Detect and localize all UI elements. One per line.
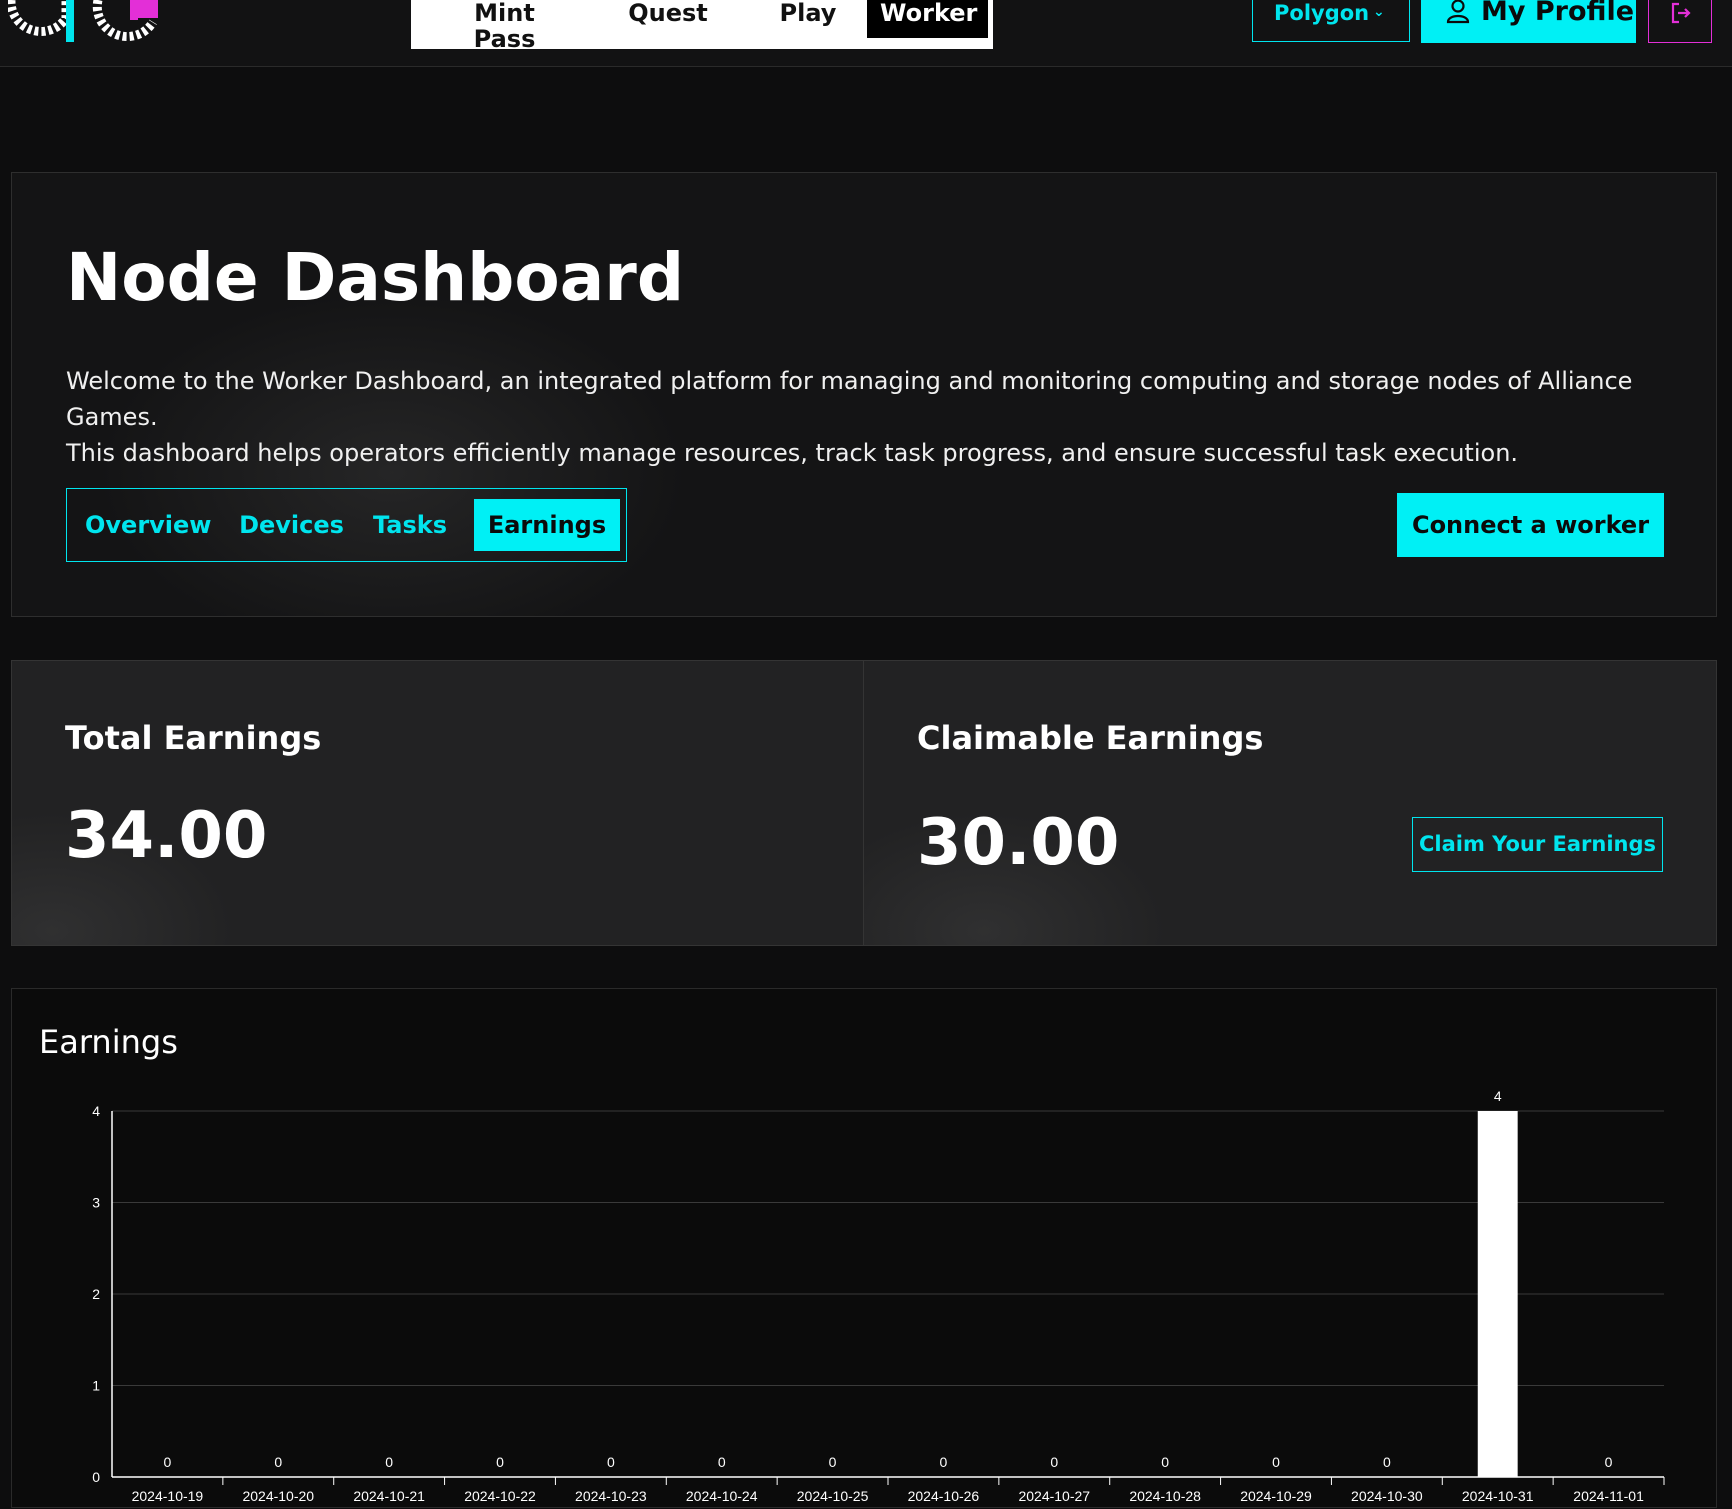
my-profile-label: My Profile — [1481, 0, 1635, 27]
page-title: Node Dashboard — [66, 239, 685, 316]
tab-earnings[interactable]: Earnings — [474, 499, 620, 551]
logo[interactable] — [6, 0, 160, 44]
data-label: 4 — [1494, 1088, 1502, 1104]
y-tick-label: 0 — [92, 1469, 100, 1485]
nav-mint-pass[interactable]: Mint Pass — [442, 0, 567, 52]
nav-play[interactable]: Play — [768, 0, 848, 38]
y-tick-label: 4 — [92, 1103, 100, 1119]
logout-button[interactable] — [1648, 0, 1712, 43]
description-line-1: Welcome to the Worker Dashboard, an inte… — [66, 367, 1633, 431]
data-label: 0 — [1605, 1454, 1613, 1470]
dashboard-tabs: Overview Devices Tasks Earnings — [66, 488, 627, 562]
nav-quest[interactable]: Quest — [623, 0, 713, 38]
data-label: 0 — [164, 1454, 172, 1470]
tab-tasks[interactable]: Tasks — [365, 499, 455, 551]
claimable-earnings-card: Claimable Earnings 30.00 Claim Your Earn… — [863, 660, 1717, 946]
data-label: 0 — [274, 1454, 282, 1470]
tab-overview[interactable]: Overview — [85, 499, 211, 551]
page-description: Welcome to the Worker Dashboard, an inte… — [66, 363, 1686, 471]
data-label: 0 — [385, 1454, 393, 1470]
data-label: 0 — [607, 1454, 615, 1470]
data-label: 0 — [496, 1454, 504, 1470]
claimable-earnings-value: 30.00 — [917, 806, 1120, 880]
earnings-bar-chart: 0123402024-10-1902024-10-2002024-10-2102… — [92, 1088, 1665, 1504]
data-label: 0 — [829, 1454, 837, 1470]
my-profile-button[interactable]: My Profile — [1421, 0, 1636, 43]
user-icon — [1445, 0, 1471, 28]
top-header: Mint Pass Quest Play Worker Polygon ⌄ My… — [0, 0, 1732, 67]
data-label: 0 — [718, 1454, 726, 1470]
tab-devices[interactable]: Devices — [239, 499, 344, 551]
data-label: 0 — [1050, 1454, 1058, 1470]
data-label: 0 — [940, 1454, 948, 1470]
y-tick-label: 1 — [92, 1378, 100, 1394]
connect-worker-button[interactable]: Connect a worker — [1397, 493, 1664, 557]
logo-mark-icon — [6, 0, 160, 42]
network-select[interactable]: Polygon ⌄ — [1252, 0, 1410, 42]
data-label: 0 — [1272, 1454, 1280, 1470]
main-nav: Mint Pass Quest Play Worker — [411, 0, 993, 52]
hero-panel: Node Dashboard Welcome to the Worker Das… — [11, 172, 1717, 617]
claimable-earnings-title: Claimable Earnings — [917, 719, 1264, 757]
description-line-2: This dashboard helps operators efficient… — [66, 439, 1519, 467]
y-tick-label: 2 — [92, 1286, 100, 1302]
logout-icon — [1669, 1, 1693, 29]
total-earnings-card: Total Earnings 34.00 — [11, 660, 864, 946]
total-earnings-title: Total Earnings — [65, 719, 322, 757]
claim-earnings-button[interactable]: Claim Your Earnings — [1412, 817, 1663, 872]
data-label: 0 — [1161, 1454, 1169, 1470]
earnings-chart-panel: Earnings 0 1 2 3 4 0 2024-10-19 0 2024-10-20 0 202… — [11, 988, 1717, 1508]
total-earnings-value: 34.00 — [65, 799, 268, 873]
y-tick-label: 3 — [92, 1195, 100, 1211]
data-label: 0 — [1383, 1454, 1391, 1470]
chevron-down-icon: ⌄ — [1373, 4, 1385, 20]
nav-worker[interactable]: Worker — [867, 0, 988, 38]
bar — [1477, 1111, 1518, 1477]
network-label: Polygon — [1274, 1, 1370, 25]
